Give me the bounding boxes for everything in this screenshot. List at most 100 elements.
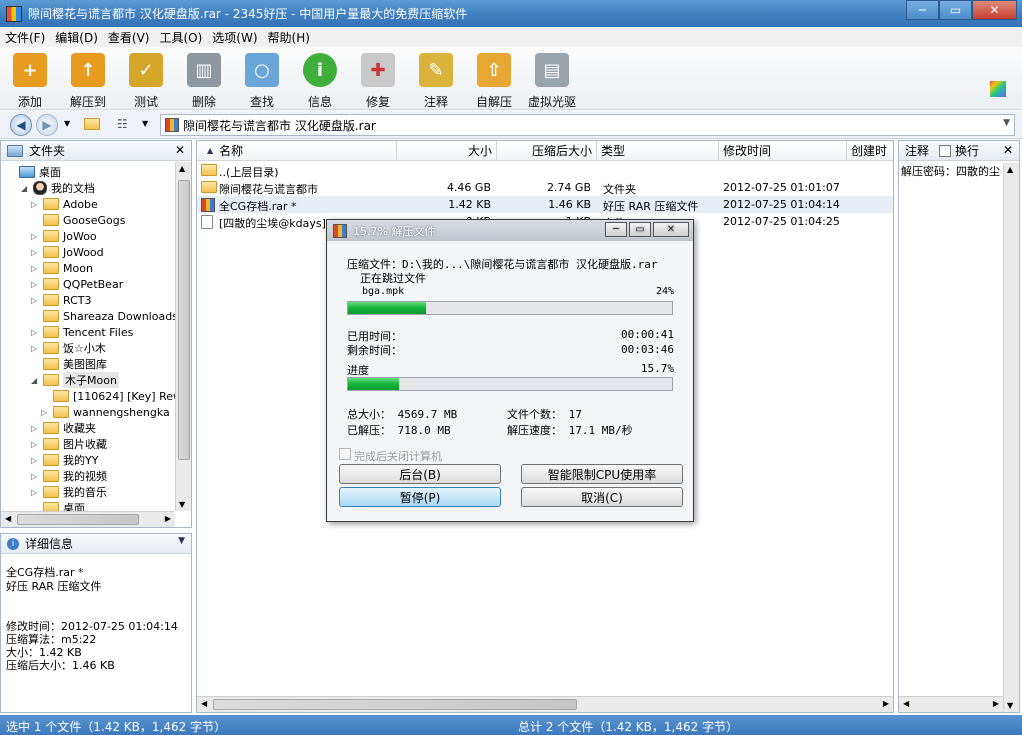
expand-icon[interactable]: ▷ (31, 248, 41, 257)
expand-icon[interactable]: ▷ (31, 200, 41, 209)
list-hscroll-thumb[interactable] (213, 699, 577, 710)
limit-cpu-button[interactable]: 智能限制CPU使用率 (521, 464, 683, 484)
column-size[interactable]: 大小 (397, 141, 497, 161)
file-row[interactable]: 隙间樱花与谎言都市 4.46 GB 2.74 GB 文件夹 2012-07-25 01:… (197, 179, 893, 196)
back-button[interactable]: ◀ (10, 114, 32, 136)
expand-icon[interactable]: ▷ (31, 424, 41, 433)
shutdown-checkbox[interactable] (339, 448, 351, 460)
column-mtime[interactable]: 修改时间 (719, 141, 847, 161)
menu-help[interactable]: 帮助(H) (263, 29, 315, 46)
tree-item[interactable]: ▷ 收藏夹 (31, 420, 96, 436)
up-folder-icon[interactable] (84, 117, 100, 130)
scroll-left-icon[interactable]: ◀ (201, 699, 207, 708)
scroll-right-icon[interactable]: ▶ (883, 699, 889, 708)
info-button[interactable]: i 信息 (290, 53, 350, 110)
expand-icon[interactable]: ▷ (31, 296, 41, 305)
view-mode-icon[interactable]: ☷ (117, 117, 128, 131)
tree-item[interactable]: ▷ 我的视频 (31, 468, 107, 484)
details-collapse-icon[interactable]: ▼ (178, 536, 185, 546)
address-field[interactable]: 隙间樱花与谎言都市 汉化硬盘版.rar ▼ (160, 114, 1015, 136)
expand-icon[interactable]: ◢ (31, 376, 41, 385)
expand-icon[interactable]: ▷ (31, 440, 41, 449)
tree-item[interactable]: 美图图库 (31, 356, 107, 372)
tree-item[interactable]: GooseGogs (31, 212, 125, 228)
forward-button[interactable]: ▶ (36, 114, 58, 136)
tree-item[interactable]: ▷ RCT3 (31, 292, 92, 308)
background-button[interactable]: 后台(B) (339, 464, 501, 484)
scroll-up-icon[interactable]: ▲ (1007, 165, 1013, 174)
scroll-right-icon[interactable]: ▶ (165, 514, 171, 523)
tree-item[interactable]: ▷ 图片收藏 (31, 436, 107, 452)
comment-horizontal-scrollbar[interactable]: ◀ ▶ (899, 696, 1003, 712)
expand-icon[interactable]: ▷ (31, 488, 41, 497)
test-button[interactable]: ✓ 测试 (116, 53, 176, 110)
find-button[interactable]: ○ 查找 (232, 53, 292, 110)
menu-options[interactable]: 选项(W) (207, 29, 262, 46)
pause-button[interactable]: 暂停(P) (339, 487, 501, 507)
dialog-maximize-button[interactable]: ▭ (629, 222, 651, 237)
tree-item[interactable]: ▷ wannengshengka (41, 404, 170, 420)
tree-item[interactable]: 桌面 (31, 500, 85, 511)
expand-icon[interactable]: ▷ (41, 408, 51, 417)
comment-button[interactable]: ✎ 注释 (406, 53, 466, 110)
expand-icon[interactable]: ▷ (31, 328, 41, 337)
tree-item[interactable]: ▷ 饭☆小木 (31, 340, 106, 356)
extract-to-button[interactable]: ↑ 解压到 (58, 53, 118, 110)
minimize-button[interactable]: ─ (906, 0, 939, 20)
expand-icon[interactable]: ▷ (31, 344, 41, 353)
column-name[interactable]: ▲ 名称 (197, 141, 397, 161)
file-row[interactable]: ..(上层目录) (197, 162, 893, 179)
expand-icon[interactable]: ◢ (21, 184, 31, 193)
skin-icon[interactable] (990, 81, 1006, 97)
menu-edit[interactable]: 编辑(D) (50, 29, 103, 46)
scroll-left-icon[interactable]: ◀ (5, 514, 11, 523)
comment-vertical-scrollbar[interactable]: ▲ ▼ (1003, 163, 1019, 712)
list-horizontal-scrollbar[interactable]: ◀ ▶ (197, 696, 893, 712)
tree-item[interactable]: ▷ Adobe (31, 196, 98, 212)
comment-text[interactable]: 解压密码：四散的尘 (901, 163, 1000, 179)
scroll-down-icon[interactable]: ▼ (1007, 701, 1013, 710)
view-dropdown-icon[interactable]: ▼ (142, 119, 148, 128)
tree-item[interactable]: ▷ JoWood (31, 244, 104, 260)
expand-icon[interactable]: ▷ (31, 280, 41, 289)
tree-item[interactable]: ▷ QQPetBear (31, 276, 123, 292)
tree-item[interactable]: Shareaza Downloads (31, 308, 175, 324)
tree-hscroll-thumb[interactable] (17, 514, 139, 525)
scroll-down-icon[interactable]: ▼ (179, 500, 185, 509)
wrap-checkbox[interactable] (939, 144, 952, 157)
tree-horizontal-scrollbar[interactable]: ◀ ▶ (1, 511, 175, 527)
dialog-close-button[interactable]: ✕ (653, 222, 689, 237)
scroll-right-icon[interactable]: ▶ (993, 699, 999, 708)
history-dropdown-icon[interactable]: ▼ (64, 119, 70, 128)
delete-button[interactable]: ▥ 删除 (174, 53, 234, 110)
tree-item[interactable]: ◢ 我的文档 (21, 180, 95, 196)
close-button[interactable]: ✕ (972, 0, 1017, 20)
column-packed[interactable]: 压缩后大小 (497, 141, 597, 161)
tree-scroll-thumb[interactable] (178, 180, 190, 460)
dialog-minimize-button[interactable]: ─ (605, 222, 627, 237)
menu-tools[interactable]: 工具(O) (154, 29, 207, 46)
tree-vertical-scrollbar[interactable]: ▲ ▼ (175, 162, 191, 511)
column-type[interactable]: 类型 (597, 141, 719, 161)
tree-item[interactable]: ▷ 我的音乐 (31, 484, 107, 500)
menu-file[interactable]: 文件(F) (0, 29, 50, 46)
comment-pane-close-button[interactable]: ✕ (1003, 143, 1013, 157)
tree-item[interactable]: ◢ 木子Moon (31, 372, 119, 388)
column-ctime[interactable]: 创建时 (847, 141, 893, 161)
expand-icon[interactable]: ▷ (31, 264, 41, 273)
add-button[interactable]: + 添加 (0, 53, 60, 110)
repair-button[interactable]: ✚ 修复 (348, 53, 408, 110)
expand-icon[interactable]: ▷ (31, 232, 41, 241)
tree-item[interactable]: ▷ 我的YY (31, 452, 98, 468)
tree-item[interactable]: ▷ Moon (31, 260, 93, 276)
maximize-button[interactable]: ▭ (939, 0, 972, 20)
tree-item[interactable]: 桌面 (7, 164, 61, 180)
tree-item[interactable]: ▷ JoWoo (31, 228, 97, 244)
expand-icon[interactable]: ▷ (31, 456, 41, 465)
menu-view[interactable]: 查看(V) (103, 29, 155, 46)
scroll-left-icon[interactable]: ◀ (903, 699, 909, 708)
address-dropdown-icon[interactable]: ▼ (1003, 118, 1010, 128)
file-row[interactable]: 全CG存档.rar * 1.42 KB 1.46 KB 好压 RAR 压缩文件 2012… (197, 196, 893, 213)
sfx-button[interactable]: ⇧ 自解压 (464, 53, 524, 110)
expand-icon[interactable]: ▷ (31, 472, 41, 481)
